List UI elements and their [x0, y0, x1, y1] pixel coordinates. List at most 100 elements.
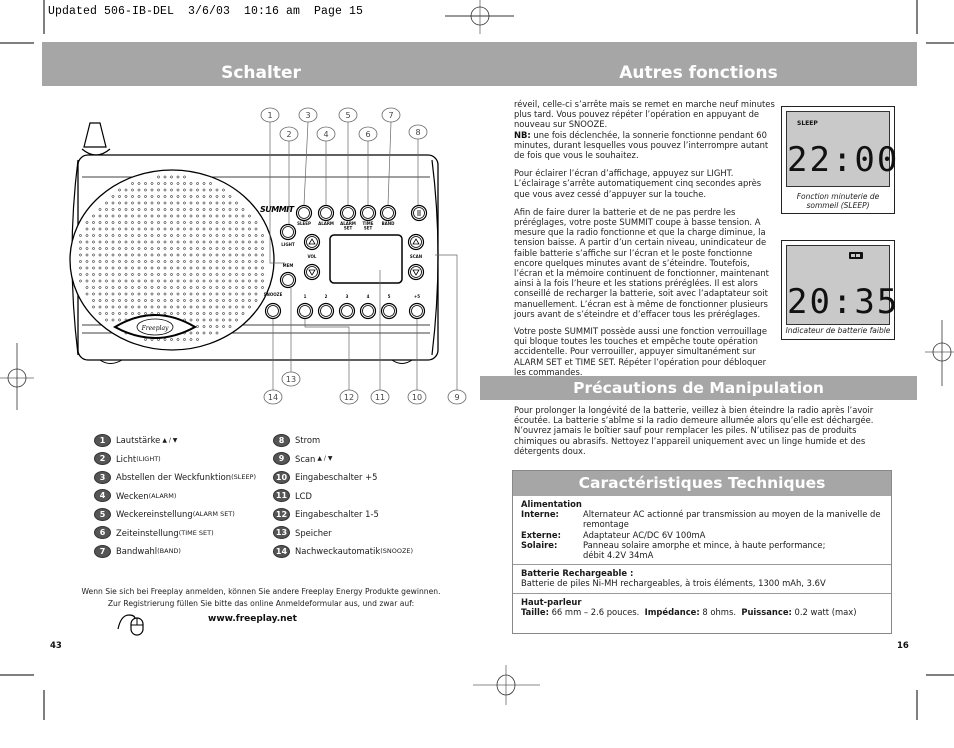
legend-label: Scan	[295, 453, 316, 464]
callout-number: 4	[323, 130, 328, 139]
legend-item: 10 Eingabeschalter +5	[273, 468, 377, 486]
specs-power: Alimentation Interne: Alternateur AC acti…	[513, 496, 891, 566]
legend-label: LCD	[295, 490, 312, 501]
registration-mark-top	[445, 0, 514, 34]
legend-item: 5 Weckereinstellung (Alarm Set)	[94, 505, 235, 523]
legend-item: 7 Bandwahl (Band)	[94, 542, 181, 560]
legend-item: 4 Wecken (Alarm)	[94, 487, 176, 505]
precautions-text: Pour prolonger la longévité de la batter…	[514, 405, 874, 456]
specs-speaker: Haut-parleur Taille: 66 mm – 2.6 pouces.…	[513, 594, 891, 621]
specs-row-interne: Interne: Alternateur AC actionné par tran…	[521, 509, 881, 530]
registration-mark-right	[925, 320, 954, 386]
sleep-button[interactable]: SLEEP	[295, 204, 313, 227]
callout-number: 14	[268, 393, 278, 402]
svg-text:Freeplay: Freeplay	[141, 325, 169, 332]
lcd-screen-battery: 20:35	[786, 245, 900, 325]
registration-text: Wenn Sie sich bei Freeplay anmelden, kön…	[42, 586, 480, 610]
button-label: 3	[346, 294, 349, 299]
legend-english-term: (Light)	[136, 454, 161, 463]
page-number-right: 16	[897, 641, 909, 651]
specs-band: Caractéristiques Techniques	[513, 471, 891, 496]
callout-number: 8	[415, 128, 420, 137]
legend-number-badge: 12	[273, 507, 290, 521]
legend-number-badge: 2	[94, 452, 111, 465]
specs-row-solaire: Solaire: Panneau solaire amorphe et mince…	[521, 539, 826, 561]
callout-number: 9	[454, 393, 459, 402]
legend-english-term: (Alarm Set)	[192, 510, 235, 518]
registration-mark-left	[0, 343, 34, 410]
legend-number-badge: 1	[94, 433, 111, 447]
legend-english-term: (Sleep)	[231, 473, 257, 481]
specs-box: Caractéristiques Techniques Alimentation…	[512, 470, 892, 634]
scan-label: SCAN	[410, 254, 422, 259]
header-band-left: Schalter	[42, 42, 480, 86]
legend-item: 6 Zeiteinstellung (Time Set)	[94, 524, 214, 542]
callout-number: 5	[345, 111, 350, 120]
legend-label: Licht	[116, 453, 137, 464]
button-label: SET	[364, 226, 373, 231]
print-slug: Updated 506-IB-DEL 3/6/03 10:16 am Page …	[48, 5, 364, 18]
legend-label: Nachweckautomatik	[295, 546, 381, 556]
specs-battery-text: Batterie de piles Ni-MH rechargeables, à…	[521, 578, 826, 589]
page-number-left: 43	[50, 641, 62, 651]
legend-number-badge: 4	[94, 489, 111, 502]
light-button[interactable]: LIGHT	[279, 223, 297, 248]
legend-item: 11 LCD	[273, 487, 312, 505]
button-label: 4	[367, 294, 370, 299]
scan-up-button[interactable]	[407, 233, 425, 251]
header-band-right: Autres fonctions	[480, 42, 917, 86]
button-label: +5	[414, 294, 420, 299]
radio-illustration: Freeplay SUMMIT SLEEP ALARM ALARMSETTIMESE…	[69, 107, 467, 405]
vol-down-button[interactable]	[303, 263, 321, 281]
legend-item: 3 Abstellen der Weckfunktion (Sleep)	[94, 468, 256, 486]
legend-label: Speicher	[295, 527, 332, 538]
specs-battery: Batterie Rechargeable : Batterie de pile…	[513, 565, 891, 594]
legend-item: 13 Speicher	[273, 524, 332, 542]
page-title-autres-fonctions: Autres fonctions	[619, 63, 778, 83]
legend-english-term: (Alarm)	[148, 491, 177, 500]
lcd-figure-battery: 20:35 Indicateur de batterie faible	[781, 240, 900, 340]
callout-number: 2	[286, 130, 291, 139]
button-label: LIGHT	[281, 242, 295, 247]
mem-button[interactable]: MEM	[279, 263, 297, 289]
legend-english-term: (Snooze)	[380, 547, 414, 555]
legend-english-term: (Time Set)	[178, 528, 214, 537]
legend-label: Bandwahl	[116, 546, 158, 556]
legend-number-badge: 6	[94, 526, 111, 539]
callout-number: 1	[267, 111, 272, 120]
lcd-figure-sleep: SLEEP 22:00 Fonction minuterie de sommei…	[781, 106, 897, 214]
paragraph-lock: Votre poste SUMMIT possède aussi une fon…	[514, 326, 768, 377]
legend-label: Eingabeschalter +5	[295, 472, 378, 482]
legend-item: 9 Scan ▲ / ▼	[273, 450, 332, 468]
sleep-indicator: SLEEP	[797, 120, 818, 127]
legend-item: 1 Lautstärke ▲ / ▼	[94, 431, 177, 449]
legend-item: 14 Nachweckautomatik (Snooze)	[273, 542, 413, 560]
paragraph-battery: Afin de faire durer la batterie et de ne…	[514, 206, 769, 319]
lcd-time-battery: 20:35	[787, 282, 900, 322]
vol-up-button[interactable]	[303, 233, 321, 251]
specs-title: Caractéristiques Techniques	[578, 474, 826, 492]
legend-number-badge: 14	[273, 544, 290, 558]
button-label: 2	[325, 294, 328, 299]
legend-number-badge: 13	[273, 526, 290, 539]
callout-number: 10	[412, 393, 422, 402]
band-button[interactable]: BAND	[379, 204, 397, 227]
scan-down-button[interactable]	[407, 263, 425, 281]
alarm-button[interactable]: ALARM	[317, 204, 335, 227]
power-button[interactable]	[410, 204, 428, 222]
lcd-caption-battery: Indicateur de batterie faible	[785, 326, 891, 335]
legend-item: 8 Strom	[273, 431, 320, 449]
legend-label: Wecken	[116, 490, 149, 501]
legend-number-badge: 3	[94, 470, 111, 484]
legend-label: Eingabeschalter 1-5	[295, 509, 379, 519]
legend-label: Strom	[295, 435, 321, 445]
freeplay-url-link[interactable]: www.freeplay.net	[208, 614, 297, 624]
callout-number: 7	[388, 111, 393, 120]
lcd-caption-sleep: Fonction minuterie de sommeil (SLEEP)	[796, 192, 880, 210]
legend-number-badge: 11	[273, 489, 290, 502]
lcd-screen-sleep: SLEEP 22:00	[786, 111, 897, 187]
arrow-up-down-icon: ▲ / ▼	[162, 436, 178, 444]
legend-number-badge: 10	[273, 470, 290, 484]
precautions-title: Précautions de Manipulation	[573, 379, 824, 397]
button-label: SNOOZE	[264, 292, 283, 297]
